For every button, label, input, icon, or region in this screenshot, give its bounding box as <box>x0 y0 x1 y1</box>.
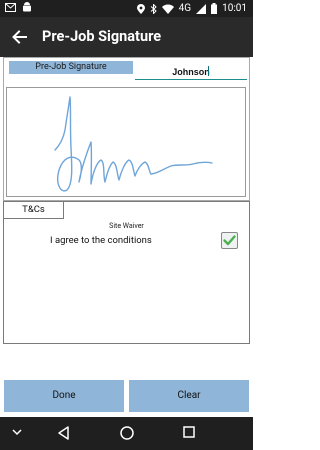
signature-canvas[interactable] <box>6 87 246 197</box>
mail-icon <box>5 2 16 12</box>
battery-icon <box>211 3 218 14</box>
page-title: Pre-Job Signature <box>42 28 162 45</box>
location-icon <box>136 3 145 14</box>
app-bar: Pre-Job Signature <box>0 17 253 57</box>
signature-label: Pre-Job Signature <box>9 61 133 74</box>
agree-checkbox[interactable] <box>221 232 238 249</box>
signer-name-input[interactable] <box>135 64 247 80</box>
navigation-bar <box>0 417 253 450</box>
bluetooth-icon <box>150 3 157 14</box>
clock: 10:01 <box>222 3 247 14</box>
signature-stroke <box>54 96 213 192</box>
status-bar: 4G 10:01 <box>0 0 253 17</box>
arrow-left-icon[interactable] <box>10 27 30 47</box>
done-button[interactable]: Done <box>4 380 124 412</box>
signal-icon <box>196 3 207 14</box>
network-type: 4G <box>178 3 192 14</box>
tab-tcs[interactable]: T&Cs <box>3 201 64 219</box>
signature-panel: Pre-Job Signature <box>3 57 250 201</box>
check-icon <box>223 235 236 246</box>
wifi-icon <box>161 4 174 14</box>
terms-panel: Site Waiver I agree to the conditions <box>3 201 250 344</box>
agree-label: I agree to the conditions <box>50 235 152 246</box>
clear-button[interactable]: Clear <box>129 380 249 412</box>
site-waiver-heading: Site Waiver <box>109 222 144 230</box>
text-caret <box>208 66 209 76</box>
android-icon <box>22 2 32 12</box>
